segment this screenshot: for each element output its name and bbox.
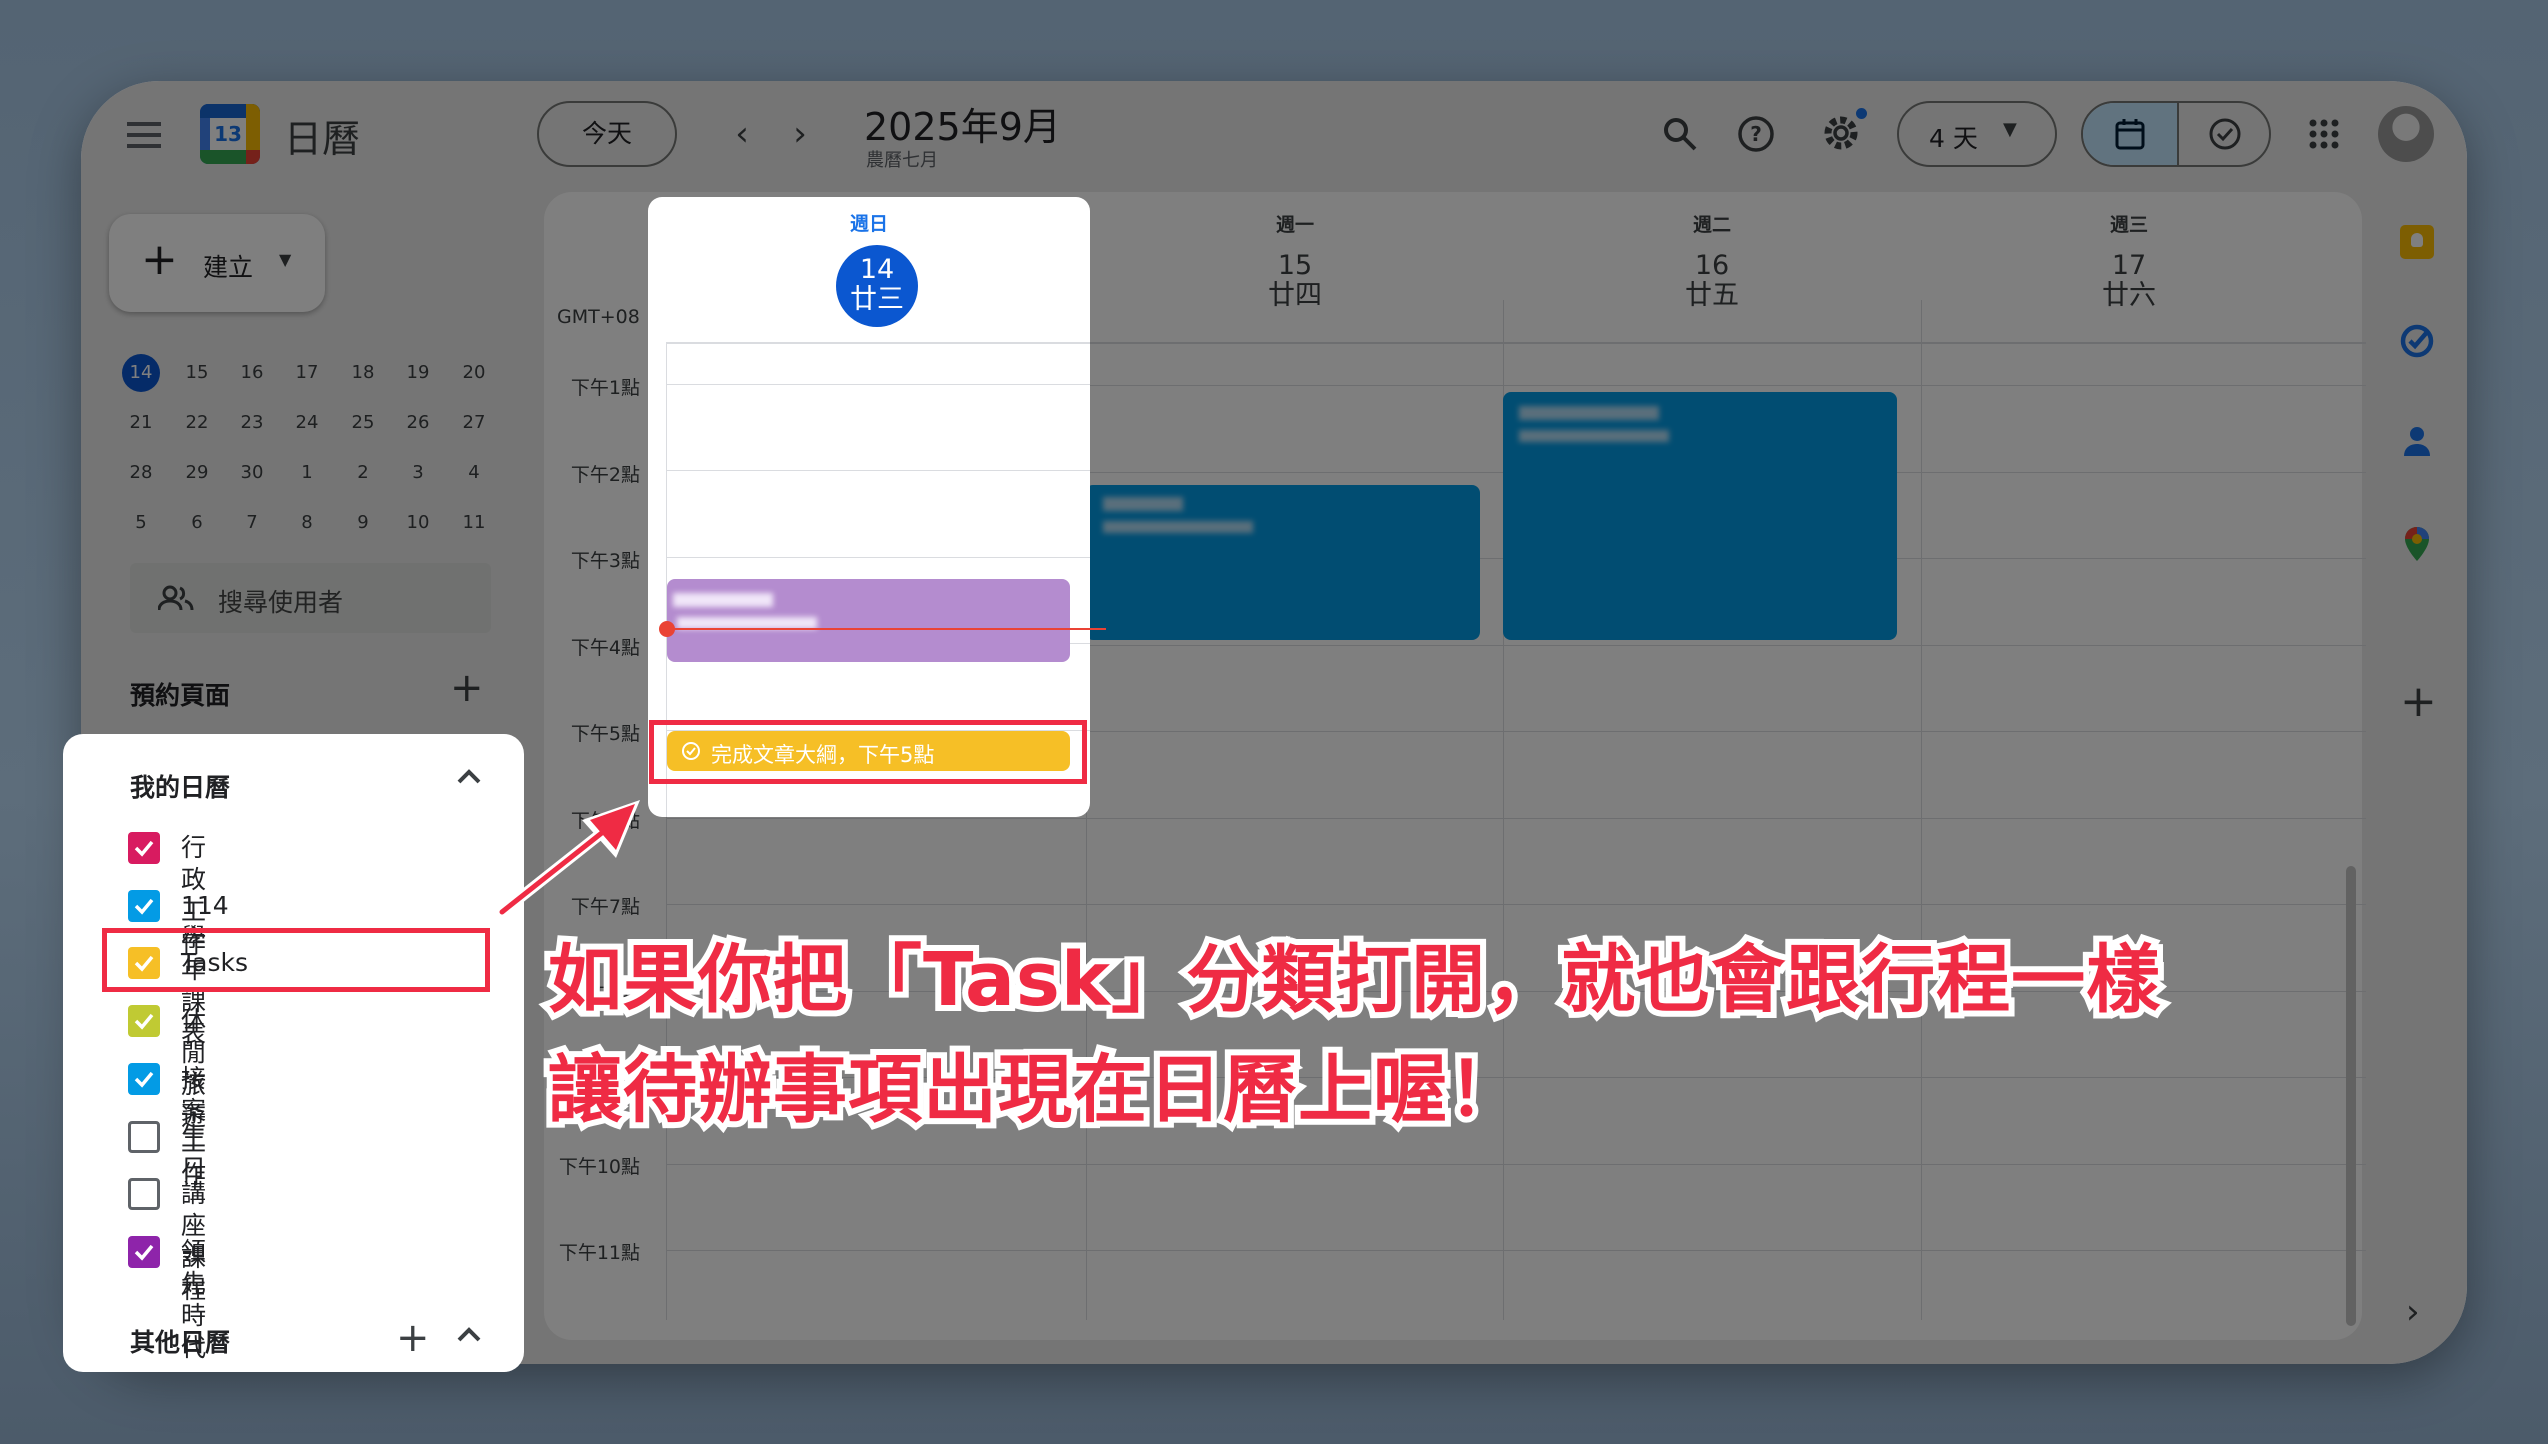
annotation-line-2: 讓待辦事項出現在日曆上喔！	[542, 1041, 1528, 1139]
sunday-weekday-label: 週日	[849, 213, 888, 235]
my-calendars-panel	[63, 734, 524, 1372]
calendar-label[interactable]: 生日	[181, 1121, 206, 1185]
calendar-checkbox[interactable]	[128, 1062, 160, 1095]
other-calendars-title: 其他日曆	[130, 1328, 231, 1357]
my-calendars-title: 我的日曆	[130, 773, 231, 802]
annotation-arrow	[496, 800, 640, 918]
today-date: 14	[859, 254, 895, 285]
calendar-checkbox[interactable]	[128, 1235, 160, 1268]
current-time-line-extension	[1090, 628, 1106, 630]
calendar-checkbox[interactable]	[128, 1120, 160, 1153]
collapse-other-calendars-icon[interactable]	[454, 1320, 490, 1356]
event-block[interactable]	[667, 579, 1070, 662]
calendar-checkbox[interactable]	[128, 889, 160, 922]
task-highlight-box	[649, 720, 1087, 784]
current-time-dot	[659, 621, 675, 637]
collapse-my-calendars-icon[interactable]	[454, 762, 490, 798]
annotation-line-1: 如果你把「Task」分類打開，就也會跟行程一樣	[542, 931, 2166, 1029]
tasks-highlight-box	[102, 928, 490, 992]
current-time-line	[666, 628, 1090, 630]
calendar-checkbox[interactable]	[128, 1178, 160, 1211]
sunday-column-panel: 週日 14 廿三 完成文章大綱，下午5點	[648, 197, 1090, 817]
add-other-calendar-icon[interactable]: +	[396, 1316, 430, 1360]
calendar-checkbox[interactable]	[128, 832, 160, 864]
calendar-checkbox[interactable]	[128, 1005, 160, 1038]
today-date-badge: 14 廿三	[836, 245, 918, 327]
today-lunar: 廿三	[850, 284, 904, 315]
